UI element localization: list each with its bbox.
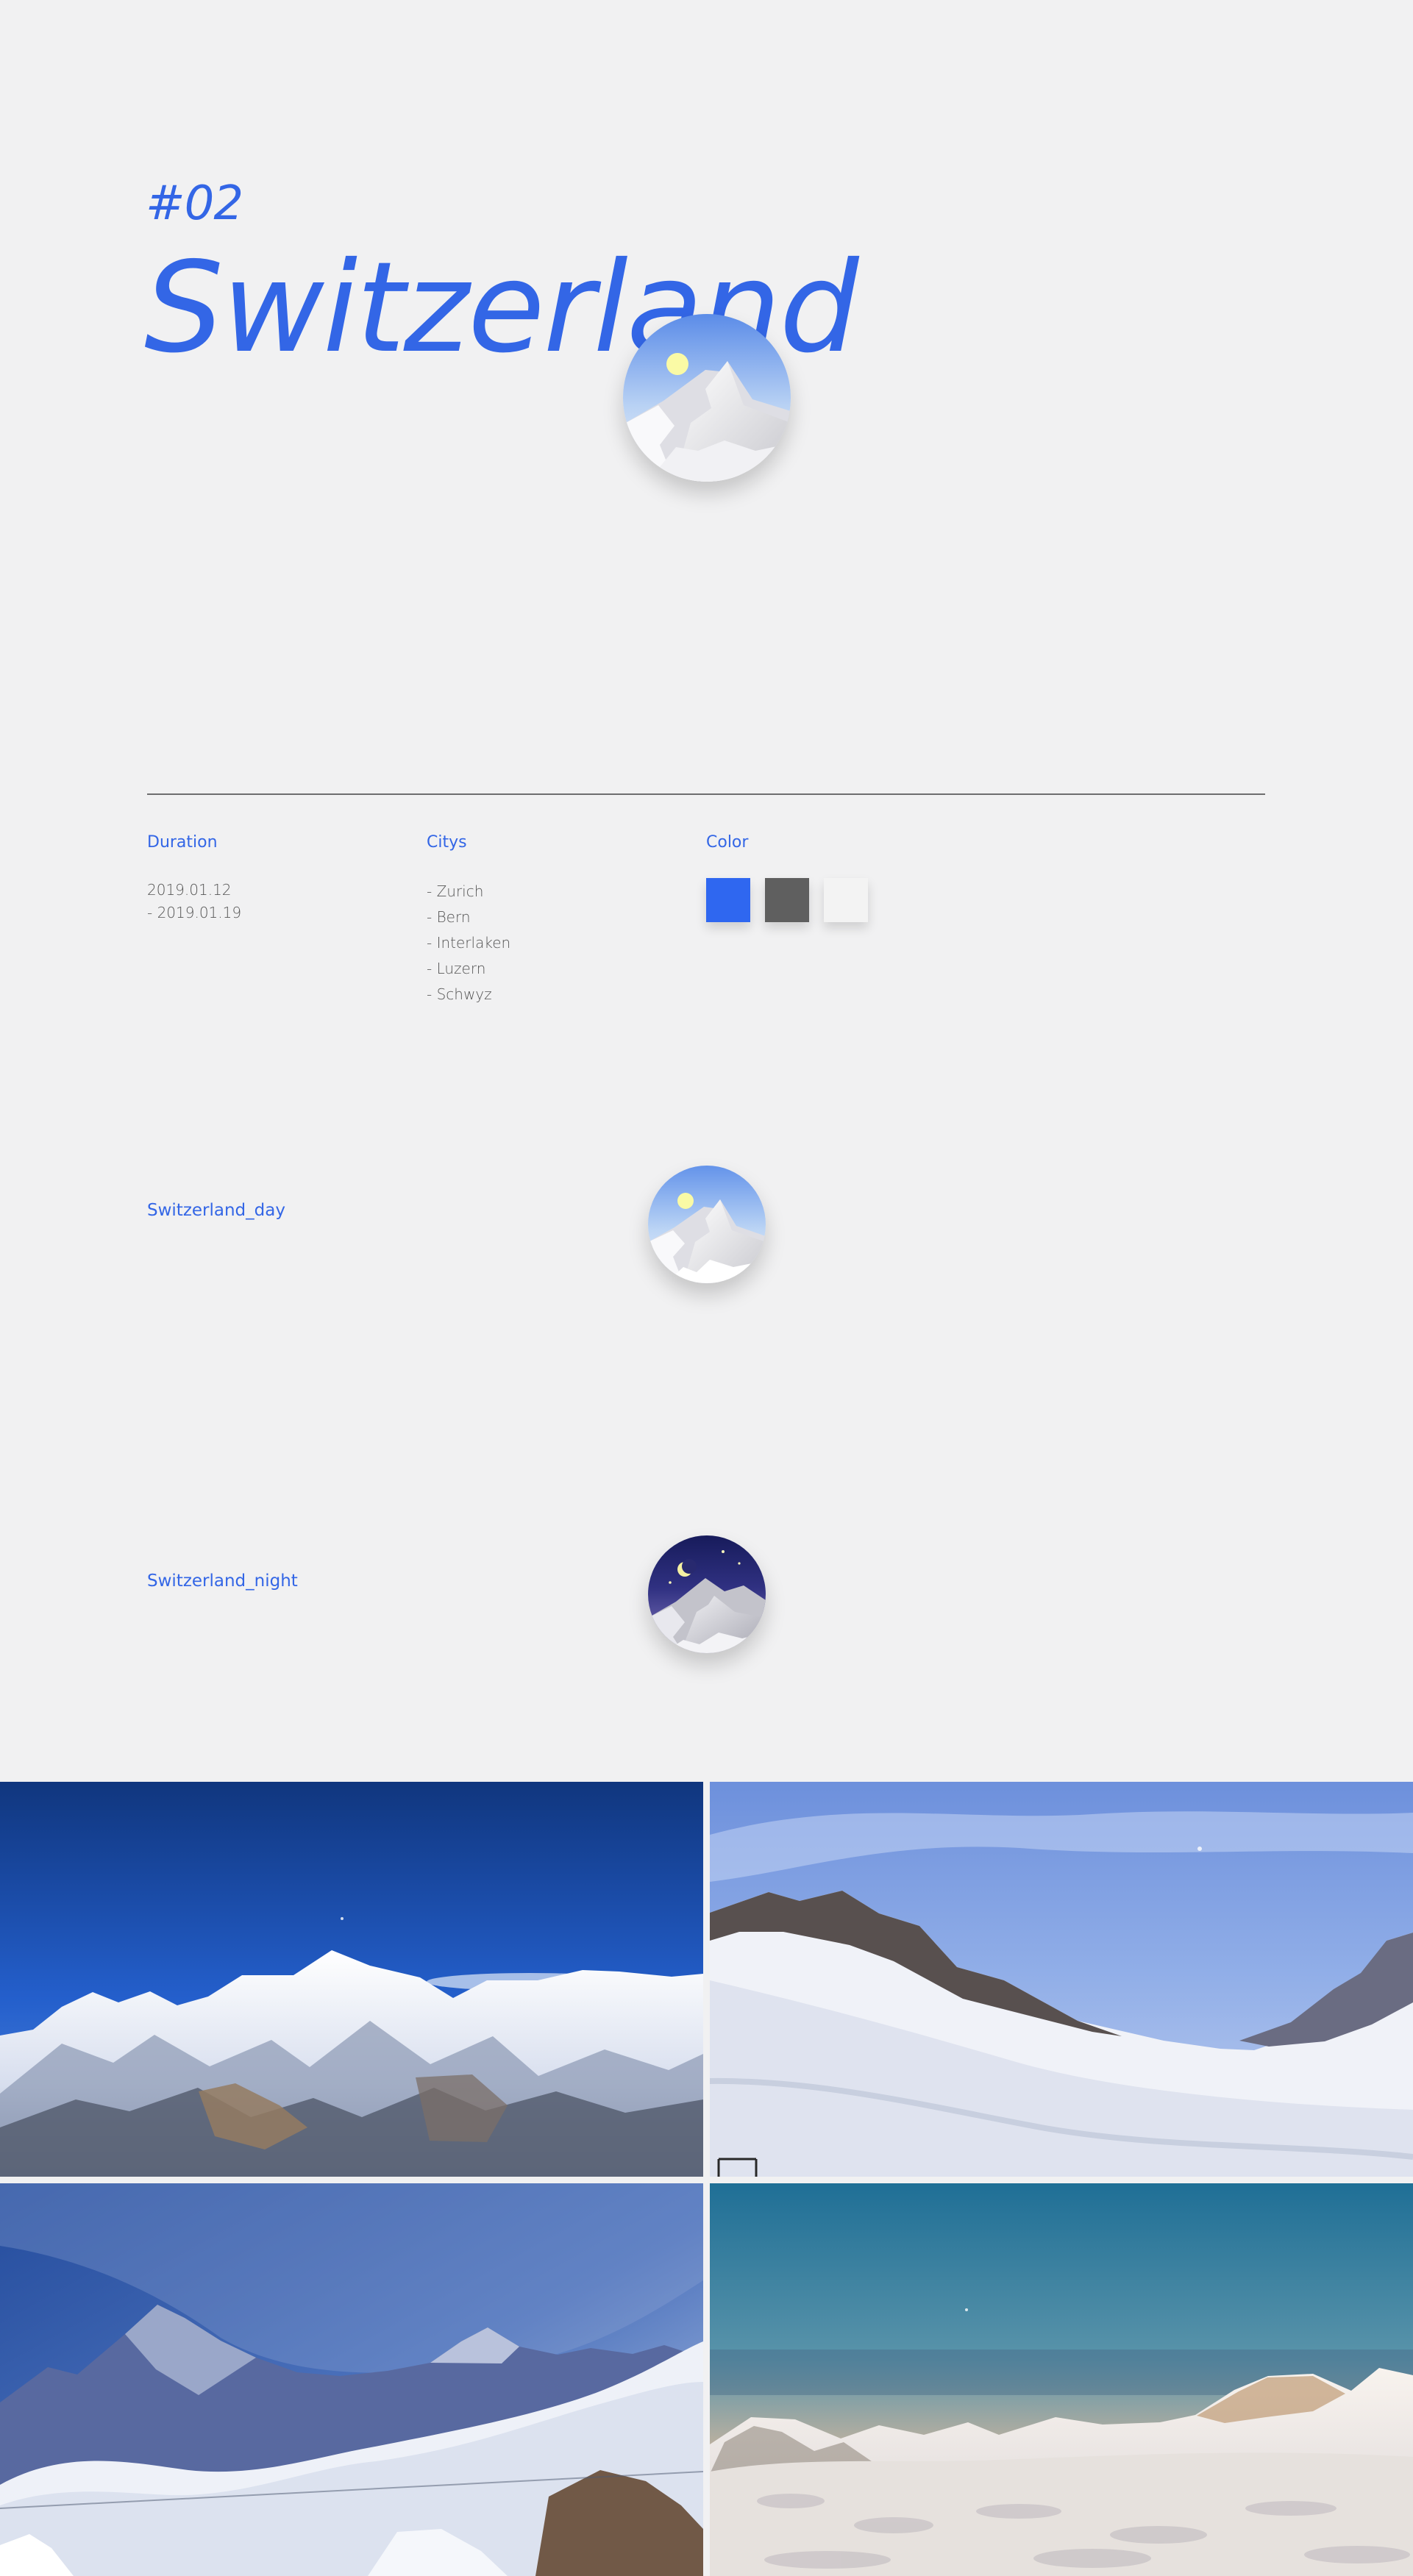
sunset-snowfield-photo (710, 2183, 1413, 2576)
snowy-mountain-range-photo (0, 1782, 703, 2177)
mountain-day-icon (623, 314, 791, 482)
city-item: - Luzern (427, 960, 486, 977)
color-swatch-gray (765, 878, 809, 922)
project-number: #02 (146, 176, 243, 231)
switzerland-page: #02 Switzerland Duration 2019.01.12 - 20… (0, 0, 1413, 2576)
city-item: - Interlaken (427, 934, 511, 952)
duration-label: Duration (147, 833, 218, 852)
switzerland-night-label: Switzerland_night (147, 1571, 298, 1591)
mountain-day-icon (648, 1166, 766, 1283)
city-item: - Zurich (427, 882, 484, 900)
duration-values: 2019.01.12 - 2019.01.19 (147, 879, 241, 924)
color-swatch-blue (706, 878, 750, 922)
ski-slope-photo (710, 1782, 1413, 2177)
mountain-night-icon (648, 1535, 766, 1653)
section-divider (147, 793, 1265, 795)
cities-list: - Zurich - Bern - Interlaken - Luzern - … (427, 879, 510, 1007)
cloudy-mountain-peaks-photo (0, 2183, 703, 2576)
city-item: - Bern (427, 908, 471, 926)
switzerland-day-label: Switzerland_day (147, 1201, 285, 1220)
color-swatch-white (824, 878, 868, 922)
duration-end: - 2019.01.19 (147, 904, 242, 921)
city-item: - Schwyz (427, 985, 492, 1003)
duration-start: 2019.01.12 (147, 881, 232, 899)
citys-label: Citys (427, 833, 467, 852)
color-label: Color (706, 833, 749, 852)
